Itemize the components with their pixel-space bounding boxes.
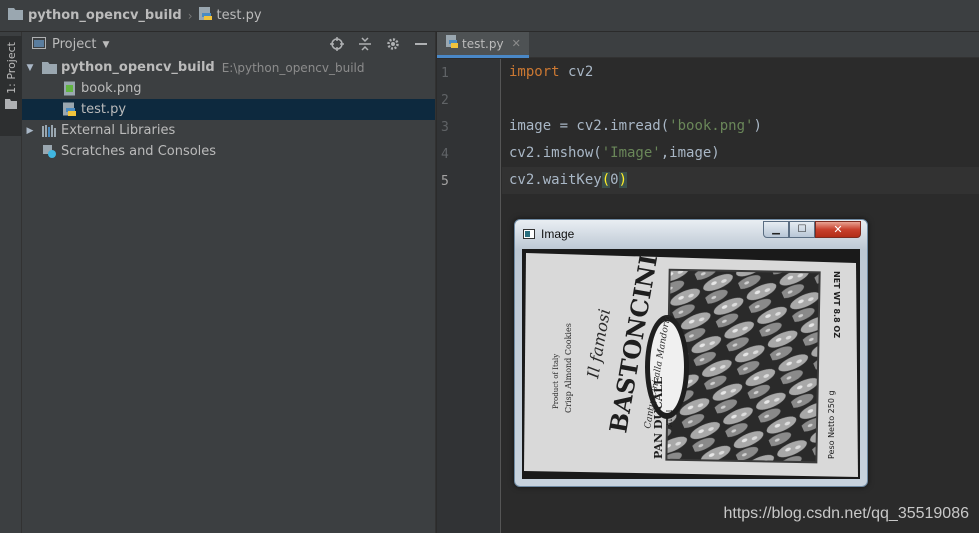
line-number: 2 (441, 93, 449, 108)
folder-icon (41, 60, 57, 76)
python-file-icon (61, 102, 77, 118)
code-token: image = cv2.imread( (509, 118, 670, 134)
locate-icon[interactable] (329, 35, 345, 53)
window-app-icon (523, 229, 535, 239)
minimize-button[interactable]: ▁ (763, 221, 789, 238)
folder-icon (8, 7, 23, 24)
python-file-icon (446, 35, 458, 52)
python-file-icon (198, 6, 212, 25)
editor-tab-bar: test.py ✕ (437, 32, 979, 58)
tree-item-test-py[interactable]: test.py (22, 99, 435, 120)
folder-icon (5, 98, 17, 113)
tree-item-label: Scratches and Consoles (61, 144, 217, 159)
box-side-text: Peso Netto 250 g (827, 390, 836, 459)
image-file-icon (61, 81, 77, 97)
matched-brace: ) (618, 172, 628, 188)
line-number-gutter: 1 2 3 4 5 (437, 59, 501, 533)
project-view-selector[interactable]: Project (52, 37, 96, 52)
collapse-all-icon[interactable] (357, 35, 373, 53)
line-number: 3 (441, 120, 449, 135)
code-line-4: cv2.imshow('Image',image) (509, 145, 720, 161)
window-controls: ▁ ☐ ✕ (763, 221, 861, 238)
matched-brace: ( (601, 172, 611, 188)
keyword-token: import (509, 64, 560, 80)
code-token: ,image) (660, 145, 720, 161)
breadcrumb-file-label: test.py (216, 8, 262, 23)
box-side-text: NET WT 8.8 OZ (832, 271, 841, 338)
code-token: ) (753, 118, 762, 134)
library-icon (41, 123, 57, 139)
chevron-down-icon[interactable]: ▼ (102, 40, 109, 50)
line-number: 1 (441, 66, 449, 81)
code-token: cv2.imshow( (509, 145, 602, 161)
watermark-text: https://blog.csdn.net/qq_35519086 (723, 505, 969, 522)
code-line-3: image = cv2.imread('book.png') (509, 118, 762, 134)
breadcrumb-file[interactable]: test.py (198, 6, 262, 25)
project-tool-tab[interactable]: 1: Project (0, 36, 22, 136)
window-title: Image (541, 227, 575, 241)
line-number: 4 (441, 147, 449, 162)
line-number: 5 (441, 174, 449, 189)
displayed-image: PAN DUCALE ATRI BASTONCINI Il famosi Can… (522, 249, 860, 479)
box-side-text: Crisp Almond Cookies (564, 323, 573, 413)
scratches-icon (41, 144, 57, 160)
chevron-right-icon[interactable]: ▶ (25, 126, 35, 136)
maximize-button[interactable]: ☐ (789, 221, 815, 238)
tree-item-label: book.png (81, 81, 142, 96)
tree-item-label: python_opencv_build (61, 60, 215, 75)
tree-item-root[interactable]: ▼ python_opencv_build E:\python_opencv_b… (22, 57, 435, 78)
tree-item-external-libraries[interactable]: ▶ External Libraries (22, 120, 435, 141)
string-token: 'book.png' (669, 118, 754, 134)
project-panel-header: Project ▼ (22, 32, 435, 57)
navigation-bar: python_opencv_build › test.py (0, 0, 979, 32)
project-tree: ▼ python_opencv_build E:\python_opencv_b… (22, 57, 435, 162)
code-line-5: cv2.waitKey(0) (509, 172, 628, 188)
project-tool-tab-label: 1: Project (5, 42, 18, 94)
breadcrumb-separator-icon: › (187, 8, 193, 23)
code-token: cv2.waitKey (509, 172, 602, 188)
tree-item-book-png[interactable]: book.png (22, 78, 435, 99)
project-view-icon (32, 36, 46, 53)
box-side-text: Product of Italy (552, 354, 560, 409)
project-panel: Project ▼ ▼ python_opencv_build E:\pytho… (22, 32, 436, 533)
opencv-image-window[interactable]: Image ▁ ☐ ✕ PAN DUCALE ATRI BASTONCINI I… (514, 219, 868, 487)
code-token: cv2 (559, 64, 594, 80)
breadcrumb-project-label: python_opencv_build (28, 8, 182, 23)
box-badge-subtext: ATRI (666, 409, 674, 428)
editor-tab-test-py[interactable]: test.py ✕ (437, 32, 529, 58)
tool-window-stripe: 1: Project (0, 32, 22, 533)
tree-item-path: E:\python_opencv_build (221, 60, 365, 75)
close-icon[interactable]: ✕ (512, 37, 521, 50)
close-button[interactable]: ✕ (815, 221, 861, 238)
chevron-down-icon[interactable]: ▼ (25, 63, 35, 73)
code-token: 0 (610, 172, 619, 188)
breadcrumb-project[interactable]: python_opencv_build (8, 7, 182, 24)
tree-item-label: test.py (81, 102, 127, 117)
tree-item-scratches[interactable]: Scratches and Consoles (22, 141, 435, 162)
gear-icon[interactable] (385, 35, 401, 53)
string-token: 'Image' (601, 145, 661, 161)
tree-item-label: External Libraries (61, 123, 176, 138)
editor-tab-label: test.py (462, 36, 504, 51)
minimize-icon[interactable] (413, 35, 429, 53)
code-line-1: import cv2 (509, 64, 593, 80)
